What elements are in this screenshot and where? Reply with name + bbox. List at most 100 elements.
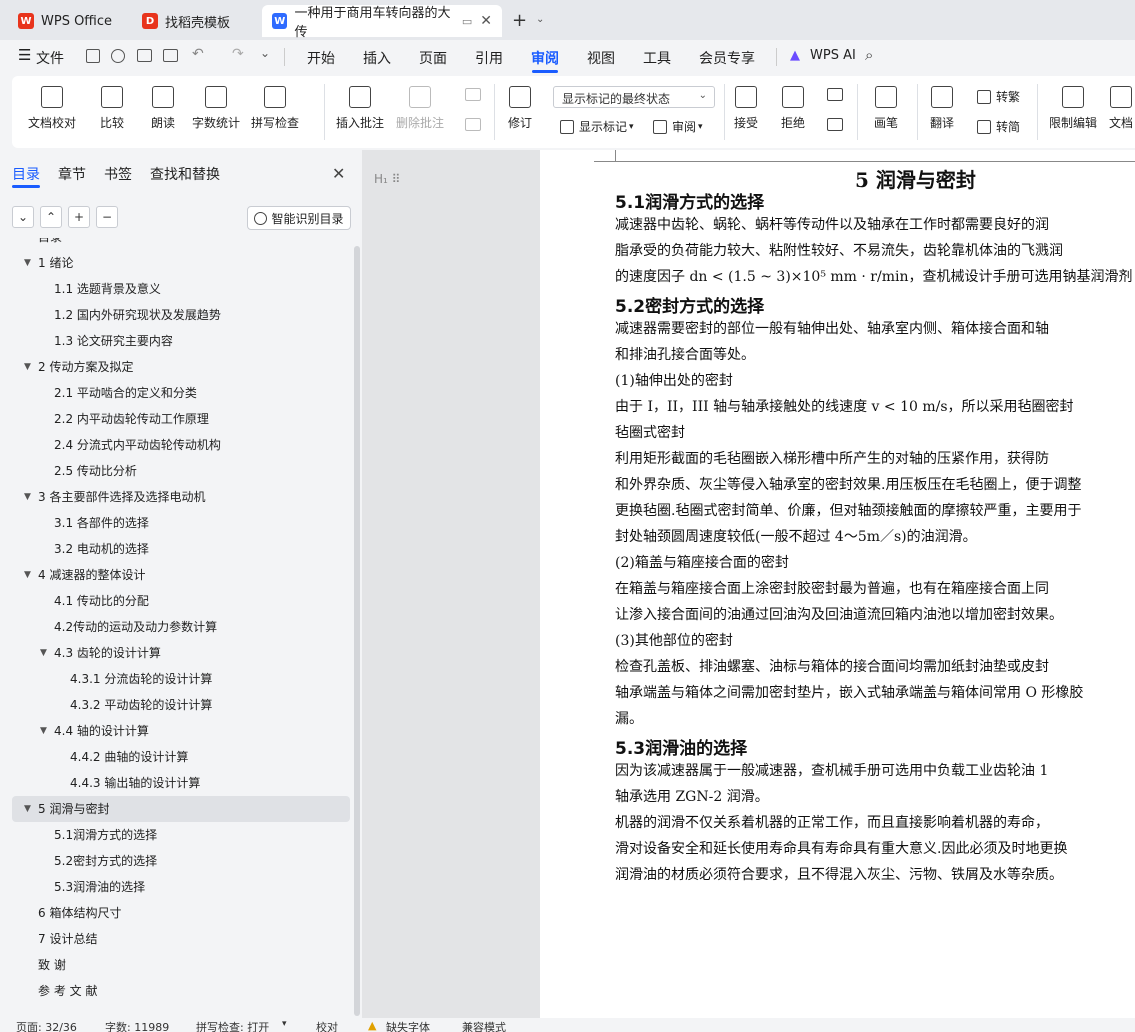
doc-permission-button[interactable]: 文档: [1109, 86, 1133, 131]
menu-view[interactable]: 视图: [587, 48, 615, 68]
prev-comment-icon[interactable]: [465, 88, 481, 101]
toc-item[interactable]: 4.3.1 分流齿轮的设计计算: [12, 666, 350, 692]
toc-item[interactable]: 6 箱体结构尺寸: [12, 900, 350, 926]
page-indicator[interactable]: 页面: 32/36: [16, 1019, 77, 1032]
toc-item[interactable]: 1.2 国内外研究现状及发展趋势: [12, 302, 350, 328]
expand-arrow-icon[interactable]: ▼: [40, 718, 47, 744]
expand-all-button[interactable]: ⌄: [12, 206, 34, 228]
undo-icon[interactable]: ↶: [192, 46, 204, 62]
export-icon[interactable]: [111, 49, 125, 63]
spell-check-button[interactable]: 拼写检查: [251, 86, 299, 131]
toc-item[interactable]: 4.4.3 输出轴的设计计算: [12, 770, 350, 796]
toc-item[interactable]: 3.1 各部件的选择: [12, 510, 350, 536]
next-change-icon[interactable]: [827, 118, 843, 131]
expand-arrow-icon[interactable]: ▼: [24, 484, 31, 510]
toc-item[interactable]: 4.3.2 平动齿轮的设计计算: [12, 692, 350, 718]
to-traditional-button[interactable]: 转繁: [977, 88, 1020, 105]
compare-button[interactable]: 比较: [100, 86, 124, 131]
to-simplified-button[interactable]: 转简: [977, 118, 1020, 135]
word-count-indicator[interactable]: 字数: 11989: [105, 1019, 169, 1032]
tab-chapters[interactable]: 章节: [58, 164, 86, 184]
menu-review[interactable]: 审阅: [531, 48, 559, 68]
toc-item[interactable]: 4.1 传动比的分配: [12, 588, 350, 614]
compat-mode-indicator[interactable]: 兼容模式: [462, 1019, 506, 1032]
search-icon[interactable]: ⌕: [865, 46, 873, 64]
chevron-down-icon[interactable]: ⌄: [536, 14, 544, 25]
toc-item[interactable]: ▼ 5 润滑与密封: [12, 796, 350, 822]
toc-item[interactable]: ▼ 1 绪论: [12, 250, 350, 276]
remove-heading-button[interactable]: −: [96, 206, 118, 228]
expand-arrow-icon[interactable]: ▼: [24, 250, 31, 276]
expand-arrow-icon[interactable]: ▼: [40, 640, 47, 666]
markup-mode-select[interactable]: 显示标记的最终状态 ⌄: [553, 86, 715, 108]
toc-scrollbar[interactable]: [354, 246, 360, 1016]
toc-item[interactable]: ▼ 4.4 轴的设计计算: [12, 718, 350, 744]
toc-item[interactable]: 参 考 文 献: [12, 978, 350, 1004]
toc-item[interactable]: 致 谢: [12, 952, 350, 978]
menu-references[interactable]: 引用: [475, 48, 503, 68]
heading-handle-icon[interactable]: H₁ ⠿: [374, 172, 400, 186]
tab-wps-office[interactable]: W WPS Office: [8, 5, 124, 37]
proofread-indicator[interactable]: 校对: [316, 1019, 338, 1032]
toc-item[interactable]: ▼ 2 传动方案及拟定: [12, 354, 350, 380]
word-count-button[interactable]: 字数统计: [192, 86, 240, 131]
save-icon[interactable]: [86, 49, 100, 63]
tab-find-replace[interactable]: 查找和替换: [150, 164, 220, 184]
insert-comment-button[interactable]: 插入批注: [336, 86, 384, 131]
print-preview-icon[interactable]: [163, 49, 178, 62]
missing-font-indicator[interactable]: 缺失字体: [386, 1019, 430, 1032]
close-icon[interactable]: ✕: [480, 13, 492, 29]
reject-button[interactable]: 拒绝: [781, 86, 805, 131]
accept-button[interactable]: 接受: [734, 86, 758, 131]
toc-item[interactable]: 4.4.2 曲轴的设计计算: [12, 744, 350, 770]
track-changes-button[interactable]: 修订: [508, 86, 532, 131]
toc-item[interactable]: ▼ 4 减速器的整体设计: [12, 562, 350, 588]
review-pane-button[interactable]: 审阅 ▾: [653, 118, 703, 135]
expand-arrow-icon[interactable]: ▼: [24, 354, 31, 380]
smart-toc-button[interactable]: 智能识别目录: [247, 206, 351, 230]
show-markup-button[interactable]: 显示标记 ▾: [560, 118, 634, 135]
menu-tools[interactable]: 工具: [643, 48, 671, 68]
toc-item[interactable]: 5.3润滑油的选择: [12, 874, 350, 900]
menu-member[interactable]: 会员专享: [699, 48, 755, 68]
menu-home[interactable]: 开始: [307, 48, 335, 68]
toc-item[interactable]: 2.4 分流式内平动齿轮传动机构: [12, 432, 350, 458]
restrict-edit-button[interactable]: 限制编辑: [1049, 86, 1097, 131]
toc-item[interactable]: 2.2 内平动齿轮传动工作原理: [12, 406, 350, 432]
toc-item[interactable]: 1.1 选题背景及意义: [12, 276, 350, 302]
translate-button[interactable]: 翻译: [930, 86, 954, 131]
hamburger-icon[interactable]: ☰: [18, 46, 31, 64]
print-icon[interactable]: [137, 49, 152, 62]
chevron-down-icon[interactable]: ⌄: [260, 46, 270, 60]
read-aloud-button[interactable]: 朗读: [151, 86, 175, 131]
document-page[interactable]: 5 润滑与密封 5.1润滑方式的选择 减速器中齿轮、蜗轮、蜗杆等传动件以及轴承在…: [540, 150, 1135, 1018]
toc-item[interactable]: ▼ 4.3 齿轮的设计计算: [12, 640, 350, 666]
menu-wps-ai[interactable]: WPS AI: [810, 48, 856, 63]
tab-bookmarks[interactable]: 书签: [104, 164, 132, 184]
collapse-all-button[interactable]: ⌃: [40, 206, 62, 228]
close-icon[interactable]: ✕: [332, 164, 345, 183]
redo-icon[interactable]: ↷: [232, 46, 244, 62]
menu-insert[interactable]: 插入: [363, 48, 391, 68]
tab-toc[interactable]: 目录: [12, 164, 40, 184]
toc-item[interactable]: 1.3 论文研究主要内容: [12, 328, 350, 354]
new-tab-button[interactable]: +: [512, 10, 527, 31]
toc-item[interactable]: 5.2密封方式的选择: [12, 848, 350, 874]
delete-comment-button[interactable]: 删除批注: [396, 86, 444, 131]
toc-item[interactable]: 2.1 平动啮合的定义和分类: [12, 380, 350, 406]
tab-current-document[interactable]: W 一种用于商用车转向器的大传 ▭ ✕: [262, 5, 502, 40]
toc-item[interactable]: ▼ 3 各主要部件选择及选择电动机: [12, 484, 350, 510]
toc-item[interactable]: 目录: [12, 238, 350, 250]
toc-item[interactable]: 4.2传动的运动及动力参数计算: [12, 614, 350, 640]
spell-check-indicator[interactable]: 拼写检查: 打开: [196, 1019, 269, 1032]
expand-arrow-icon[interactable]: ▼: [24, 796, 31, 822]
next-comment-icon[interactable]: [465, 118, 481, 131]
toc-item[interactable]: 7 设计总结: [12, 926, 350, 952]
toc-item[interactable]: 5.1润滑方式的选择: [12, 822, 350, 848]
tab-docer-templates[interactable]: D 找稻壳模板: [132, 5, 256, 37]
add-heading-button[interactable]: +: [68, 206, 90, 228]
toc-item[interactable]: 2.5 传动比分析: [12, 458, 350, 484]
expand-arrow-icon[interactable]: ▼: [24, 562, 31, 588]
menu-page[interactable]: 页面: [419, 48, 447, 68]
doc-check-button[interactable]: 文档校对: [28, 86, 76, 131]
